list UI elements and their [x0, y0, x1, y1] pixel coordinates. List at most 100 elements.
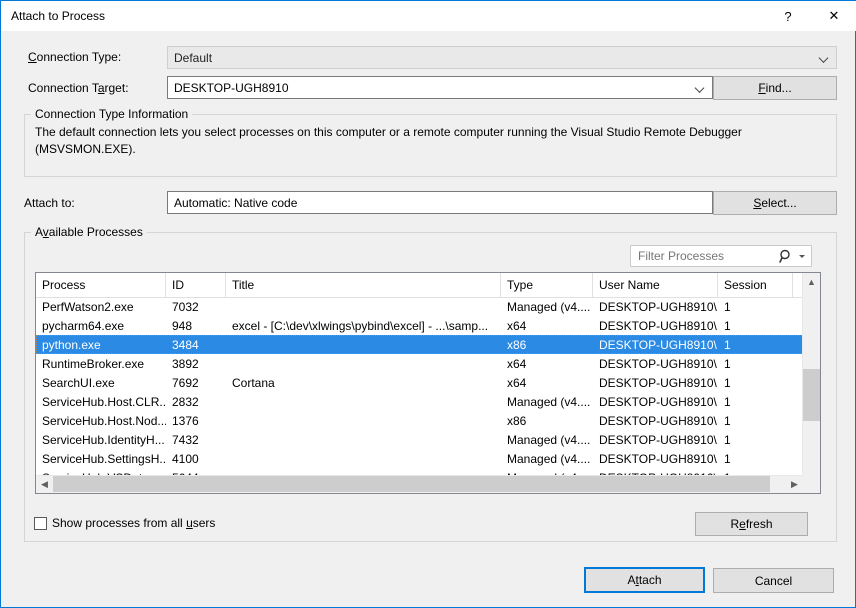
- scroll-up-arrow-icon[interactable]: ▲: [803, 273, 820, 290]
- search-icon[interactable]: [779, 249, 793, 264]
- column-header-label: Title: [232, 278, 255, 292]
- cell-user: DESKTOP-UGH8910\I...: [599, 299, 718, 314]
- table-row[interactable]: RuntimeBroker.exe 3892 x64 DESKTOP-UGH8910\…: [36, 354, 804, 373]
- refresh-button[interactable]: Refresh: [695, 512, 808, 536]
- cell-title: [226, 335, 501, 354]
- vertical-scrollbar[interactable]: ▲ ▼: [802, 273, 820, 493]
- cancel-button[interactable]: Cancel: [713, 568, 834, 593]
- scroll-left-arrow-icon[interactable]: ◀: [36, 476, 53, 492]
- cell-process: ServiceHub.Host.CLR....: [42, 394, 166, 409]
- cell-id: 1376: [172, 413, 199, 428]
- cell-session: 1: [724, 394, 731, 409]
- column-header-type[interactable]: Type: [501, 273, 593, 297]
- cell-user: DESKTOP-UGH8910\I...: [599, 375, 718, 390]
- table-row[interactable]: ServiceHub.IdentityH... 7432 Managed (v4..…: [36, 430, 804, 449]
- connection-type-label-accel: C: [28, 50, 37, 64]
- cell-session: 1: [724, 432, 731, 447]
- cell-process: RuntimeBroker.exe: [42, 356, 145, 371]
- cell-id: 948: [172, 318, 193, 333]
- table-row[interactable]: ServiceHub.Host.Nod... 1376 x86 DESKTOP-UGH…: [36, 411, 804, 430]
- cell-user: DESKTOP-UGH8910\I...: [599, 451, 718, 466]
- cell-user: DESKTOP-UGH8910\I...: [599, 432, 718, 447]
- column-header-process[interactable]: Process: [36, 273, 166, 297]
- attach-button[interactable]: Attach: [584, 567, 705, 593]
- find-button[interactable]: Find...: [713, 76, 837, 100]
- cell-session: 1: [724, 318, 731, 333]
- process-list[interactable]: Process ID Title Type User Name Session PerfW…: [35, 272, 821, 494]
- cell-id: 3892: [172, 356, 199, 371]
- connection-target-label-post: rget:: [104, 81, 129, 95]
- question-mark-icon: ?: [784, 8, 792, 24]
- cell-title: [226, 297, 501, 316]
- connection-type-combo[interactable]: Default: [167, 46, 837, 69]
- connection-target-label-pre: Connection T: [28, 81, 98, 95]
- connection-target-combo[interactable]: DESKTOP-UGH8910: [167, 76, 713, 99]
- cell-session: 1: [724, 451, 731, 466]
- cell-type: x86: [507, 413, 527, 428]
- cell-process: python.exe: [42, 337, 101, 352]
- horizontal-scrollbar[interactable]: ◀ ▶: [36, 475, 803, 493]
- cell-title: [226, 392, 501, 411]
- cell-type: x64: [507, 318, 527, 333]
- table-row[interactable]: SearchUI.exe 7692 Cortana x64 DESKTOP-UGH891…: [36, 373, 804, 392]
- refresh-button-accel: e: [739, 517, 746, 531]
- show-all-users-label: Show processes from all users: [52, 516, 216, 530]
- chevron-down-icon: [820, 53, 829, 62]
- connection-type-information-text: The default connection lets you select p…: [35, 125, 742, 156]
- filter-processes-input[interactable]: Filter Processes: [630, 245, 812, 267]
- table-row[interactable]: PerfWatson2.exe 7032 Managed (v4.... DESKTO…: [36, 297, 804, 316]
- connection-type-value: Default: [174, 50, 213, 65]
- help-button[interactable]: ?: [765, 1, 811, 31]
- cell-session: 1: [724, 337, 731, 352]
- filter-processes-placeholder: Filter Processes: [638, 249, 725, 263]
- cell-session: 1: [724, 356, 731, 371]
- close-icon: ✕: [828, 8, 840, 23]
- cell-type: Managed (v4....: [507, 394, 591, 409]
- cancel-button-label: Cancel: [754, 573, 793, 588]
- column-header-label: Type: [507, 278, 534, 292]
- connection-target-value: DESKTOP-UGH8910: [174, 80, 289, 95]
- process-list-body[interactable]: PerfWatson2.exe 7032 Managed (v4.... DESKTO…: [36, 297, 804, 493]
- table-row[interactable]: python.exe 3484 x86 DESKTOP-UGH8910\I... 1: [36, 335, 804, 354]
- title-bar: Attach to Process ? ✕: [1, 0, 856, 31]
- column-header-session[interactable]: Session: [718, 273, 793, 297]
- cell-type: Managed (v4....: [507, 451, 591, 466]
- column-header-user[interactable]: User Name: [593, 273, 718, 297]
- show-all-users-checkbox[interactable]: Show processes from all users: [34, 516, 215, 530]
- cell-id: 7032: [172, 299, 199, 314]
- column-header-label: Process: [42, 278, 86, 292]
- scroll-right-arrow-icon[interactable]: ▶: [786, 476, 803, 492]
- scrollbar-corner: [803, 476, 820, 493]
- cell-user: DESKTOP-UGH8910\I...: [599, 318, 718, 333]
- vertical-scroll-thumb[interactable]: [803, 369, 820, 421]
- table-row[interactable]: ServiceHub.Host.CLR.... 2832 Managed (v4..…: [36, 392, 804, 411]
- column-header-id[interactable]: ID: [166, 273, 226, 297]
- cell-id: 4100: [172, 451, 199, 466]
- connection-target-label: Connection Target:: [28, 81, 129, 95]
- cell-title: Cortana: [232, 375, 275, 390]
- checkbox-icon[interactable]: [34, 516, 47, 530]
- chevron-down-icon: [696, 83, 705, 92]
- attach-to-value-field: Automatic: Native code: [167, 191, 713, 214]
- attach-to-process-dialog: Attach to Process ? ✕ Connection Type: D…: [0, 0, 856, 608]
- cell-id: 3484: [172, 337, 199, 352]
- cell-title: [226, 411, 501, 430]
- table-row[interactable]: ServiceHub.SettingsH... 4100 Managed (v4..…: [36, 449, 804, 468]
- select-button[interactable]: Select...: [713, 191, 837, 215]
- chevron-down-icon[interactable]: [799, 255, 805, 258]
- cell-session: 1: [724, 413, 731, 428]
- available-processes-title-post: ailable Processes: [48, 225, 143, 239]
- cell-session: 1: [724, 299, 731, 314]
- horizontal-scroll-thumb[interactable]: [53, 476, 770, 492]
- attach-to-value: Automatic: Native code: [174, 195, 298, 210]
- cell-id: 7692: [172, 375, 199, 390]
- column-header-title[interactable]: Title: [226, 273, 501, 297]
- cell-process: ServiceHub.IdentityH...: [42, 432, 165, 447]
- column-header-label: User Name: [599, 278, 660, 292]
- cell-type: x64: [507, 375, 527, 390]
- cell-type: Managed (v4....: [507, 299, 591, 314]
- close-button[interactable]: ✕: [811, 1, 856, 31]
- show-all-users-accel: u: [186, 516, 193, 530]
- table-row[interactable]: pycharm64.exe 948 excel - [C:\dev\xlwings\…: [36, 316, 804, 335]
- cell-type: Managed (v4....: [507, 432, 591, 447]
